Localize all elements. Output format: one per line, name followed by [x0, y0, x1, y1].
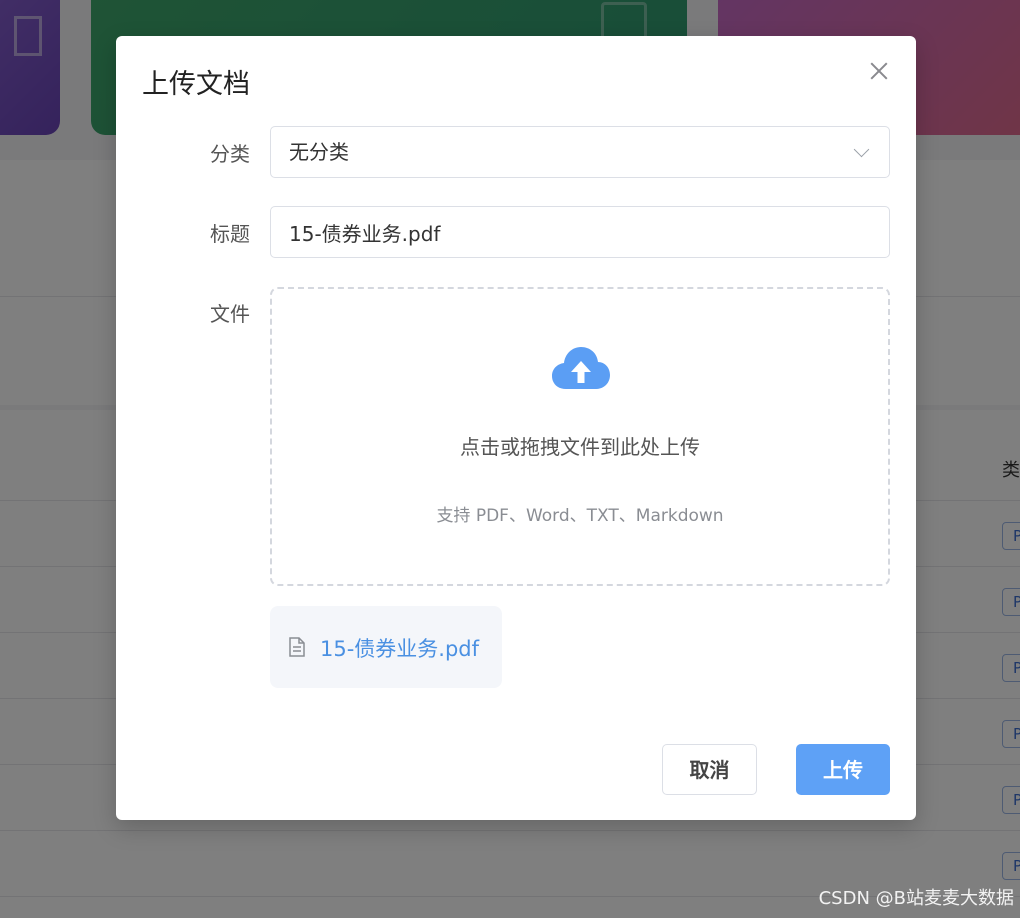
upload-format-hint: 支持 PDF、Word、TXT、Markdown [436, 506, 724, 526]
cancel-button[interactable]: 取消 [662, 744, 757, 795]
upload-dropzone[interactable]: 点击或拖拽文件到此处上传 支持 PDF、Word、TXT、Markdown [270, 287, 890, 586]
upload-document-dialog: 上传文档 分类 无分类 标题 文件 点击或拖拽文件到此处上传 支持 PDF、Wo… [116, 36, 916, 820]
close-icon[interactable] [868, 60, 890, 82]
category-select-value: 无分类 [289, 140, 349, 164]
upload-button[interactable]: 上传 [796, 744, 890, 795]
dialog-title: 上传文档 [142, 69, 250, 100]
category-select[interactable]: 无分类 [270, 126, 890, 178]
cloud-upload-icon [552, 347, 610, 389]
document-icon [289, 637, 305, 657]
title-label: 标题 [210, 222, 250, 246]
title-input[interactable] [270, 206, 890, 258]
file-label: 文件 [210, 302, 250, 326]
selected-file-item[interactable]: 15-债券业务.pdf [270, 606, 502, 688]
watermark: CSDN @B站麦麦大数据 [818, 888, 1014, 909]
upload-instruction: 点击或拖拽文件到此处上传 [460, 435, 700, 459]
chevron-down-icon [853, 141, 870, 158]
category-label: 分类 [210, 142, 250, 166]
selected-file-name: 15-债券业务.pdf [320, 637, 480, 661]
